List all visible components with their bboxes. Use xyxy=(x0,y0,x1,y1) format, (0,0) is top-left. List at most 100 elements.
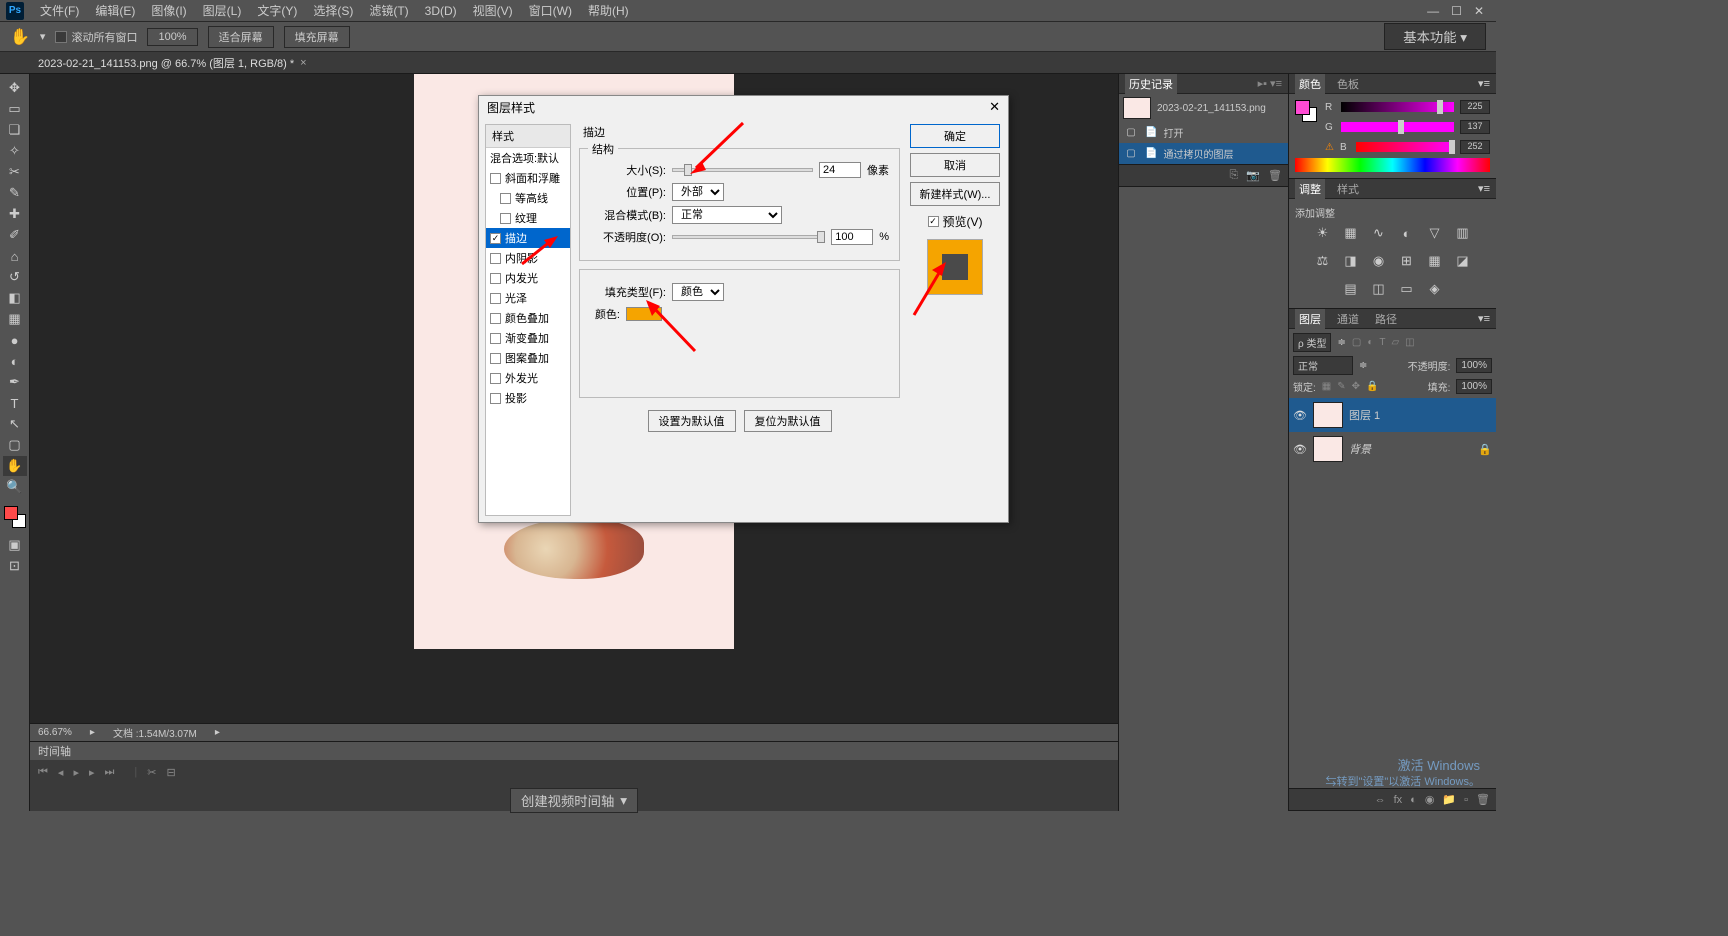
fit-screen-button[interactable]: 适合屏幕 xyxy=(208,26,274,48)
create-timeline-button[interactable]: 创建视频时间轴▾ xyxy=(510,788,638,813)
balance-icon[interactable]: ⚖ xyxy=(1314,252,1332,270)
move-tool[interactable]: ✥ xyxy=(3,78,27,98)
lock-move-icon[interactable]: ✥ xyxy=(1352,381,1360,392)
mask-icon[interactable]: ◐ xyxy=(1410,794,1417,806)
g-slider[interactable] xyxy=(1341,122,1454,132)
transition-icon[interactable]: ⊟ xyxy=(166,766,175,779)
adjust-tab[interactable]: 调整 xyxy=(1295,179,1325,199)
lock-pixels-icon[interactable]: ▦ xyxy=(1322,381,1331,392)
menu-help[interactable]: 帮助(H) xyxy=(580,2,637,19)
healing-tool[interactable]: ✚ xyxy=(3,204,27,224)
invert-icon[interactable]: ◪ xyxy=(1454,252,1472,270)
color-tab[interactable]: 颜色 xyxy=(1295,74,1325,94)
swatches-tab[interactable]: 色板 xyxy=(1333,74,1363,94)
panel-menu-icon[interactable]: ▾≡ xyxy=(1478,312,1490,325)
trash-icon[interactable]: 🗑 xyxy=(1476,793,1490,806)
history-step-copy-layer[interactable]: ▢📄通过拷贝的图层 xyxy=(1119,143,1288,164)
fill-screen-button[interactable]: 填充屏幕 xyxy=(284,26,350,48)
exposure-icon[interactable]: ◐ xyxy=(1398,224,1416,242)
link-icon[interactable]: ⇔ xyxy=(1375,794,1386,806)
menu-layer[interactable]: 图层(L) xyxy=(195,2,250,19)
photo-filter-icon[interactable]: ◉ xyxy=(1370,252,1388,270)
style-outer-glow[interactable]: 外发光 xyxy=(486,368,570,388)
style-pattern-overlay[interactable]: 图案叠加 xyxy=(486,348,570,368)
menu-image[interactable]: 图像(I) xyxy=(143,2,194,19)
menu-type[interactable]: 文字(Y) xyxy=(249,2,305,19)
blend-mode-select[interactable]: 正常 xyxy=(1293,356,1353,375)
quickmask-tool[interactable]: ▣ xyxy=(3,535,27,555)
dodge-tool[interactable]: ◐ xyxy=(3,351,27,371)
fx-icon[interactable]: fx xyxy=(1394,794,1403,806)
minimize-icon[interactable]: — xyxy=(1427,4,1439,18)
brightness-icon[interactable]: ☀ xyxy=(1314,224,1332,242)
new-style-button[interactable]: 新建样式(W)... xyxy=(910,182,1000,206)
r-slider[interactable] xyxy=(1341,102,1454,112)
history-snapshot[interactable]: 2023-02-21_141153.png xyxy=(1119,94,1288,122)
color-ramp[interactable] xyxy=(1295,158,1490,172)
channels-tab[interactable]: 通道 xyxy=(1333,309,1363,329)
style-bevel[interactable]: 斜面和浮雕 xyxy=(486,168,570,188)
ok-button[interactable]: 确定 xyxy=(910,124,1000,148)
style-inner-glow[interactable]: 内发光 xyxy=(486,268,570,288)
levels-icon[interactable]: ▦ xyxy=(1342,224,1360,242)
filter-adj-icon[interactable]: ◐ xyxy=(1367,337,1373,348)
history-tab[interactable]: 历史记录 xyxy=(1125,74,1177,94)
style-blend-options[interactable]: 混合选项:默认 xyxy=(486,148,570,168)
style-gradient-overlay[interactable]: 渐变叠加 xyxy=(486,328,570,348)
lock-brush-icon[interactable]: ✎ xyxy=(1337,381,1345,392)
filter-shape-icon[interactable]: ▱ xyxy=(1391,337,1399,348)
panel-menu-icon[interactable]: ▾≡ xyxy=(1478,182,1490,195)
color-swatches[interactable] xyxy=(4,506,26,528)
style-drop-shadow[interactable]: 投影 xyxy=(486,388,570,408)
history-step-open[interactable]: ▢📄打开 xyxy=(1119,122,1288,143)
style-contour[interactable]: 等高线 xyxy=(486,188,570,208)
filter-type-icon[interactable]: T xyxy=(1379,337,1385,348)
layer-background[interactable]: 👁背景🔒 xyxy=(1289,432,1496,466)
layer-filter-kind[interactable]: ρ 类型 xyxy=(1293,333,1331,352)
eyedropper-tool[interactable]: ✎ xyxy=(3,183,27,203)
style-color-overlay[interactable]: 颜色叠加 xyxy=(486,308,570,328)
preview-checkbox[interactable]: ✓ xyxy=(928,216,939,227)
cancel-button[interactable]: 取消 xyxy=(910,153,1000,177)
prev-frame-icon[interactable]: ◂ xyxy=(58,766,64,779)
size-input[interactable] xyxy=(819,162,861,178)
menu-filter[interactable]: 滤镜(T) xyxy=(361,2,416,19)
chevron-right-icon[interactable]: ▸ xyxy=(215,727,220,738)
gradient-map-icon[interactable]: ▭ xyxy=(1398,280,1416,298)
screenmode-tool[interactable]: ⊡ xyxy=(3,556,27,576)
blend-select[interactable]: 正常 xyxy=(672,206,782,224)
close-window-icon[interactable]: ✕ xyxy=(1474,4,1484,18)
zoom-level[interactable]: 66.67% xyxy=(38,727,72,738)
position-select[interactable]: 外部 xyxy=(672,183,724,201)
crop-tool[interactable]: ✂ xyxy=(3,162,27,182)
style-stroke[interactable]: ✓描边 xyxy=(486,228,570,248)
menu-edit[interactable]: 编辑(E) xyxy=(87,2,143,19)
new-layer-icon[interactable]: ▫ xyxy=(1464,794,1468,806)
filter-smart-icon[interactable]: ◫ xyxy=(1405,337,1414,348)
posterize-icon[interactable]: ▤ xyxy=(1342,280,1360,298)
lookup-icon[interactable]: ▦ xyxy=(1426,252,1444,270)
curves-icon[interactable]: ∿ xyxy=(1370,224,1388,242)
menu-view[interactable]: 视图(V) xyxy=(465,2,521,19)
color-swatch[interactable] xyxy=(1295,100,1317,122)
blur-tool[interactable]: ● xyxy=(3,330,27,350)
maximize-icon[interactable]: ☐ xyxy=(1451,4,1462,18)
type-tool[interactable]: T xyxy=(3,393,27,413)
history-brush-tool[interactable]: ↺ xyxy=(3,267,27,287)
path-tool[interactable]: ↖ xyxy=(3,414,27,434)
pen-tool[interactable]: ✒ xyxy=(3,372,27,392)
foreground-color-swatch[interactable] xyxy=(4,506,18,520)
filter-img-icon[interactable]: ▢ xyxy=(1352,337,1361,348)
new-doc-state-icon[interactable]: ⎘ xyxy=(1230,169,1239,182)
lasso-tool[interactable]: ❏ xyxy=(3,120,27,140)
reset-default-button[interactable]: 复位为默认值 xyxy=(744,410,832,432)
fill-adj-icon[interactable]: ◉ xyxy=(1425,793,1435,806)
dialog-close-icon[interactable]: ✕ xyxy=(989,99,1000,115)
bw-icon[interactable]: ◨ xyxy=(1342,252,1360,270)
b-slider[interactable] xyxy=(1356,142,1454,152)
layers-tab[interactable]: 图层 xyxy=(1295,309,1325,329)
trash-icon[interactable]: 🗑 xyxy=(1268,169,1282,182)
style-texture[interactable]: 纹理 xyxy=(486,208,570,228)
gradient-tool[interactable]: ▦ xyxy=(3,309,27,329)
group-icon[interactable]: 📁 xyxy=(1442,793,1456,806)
